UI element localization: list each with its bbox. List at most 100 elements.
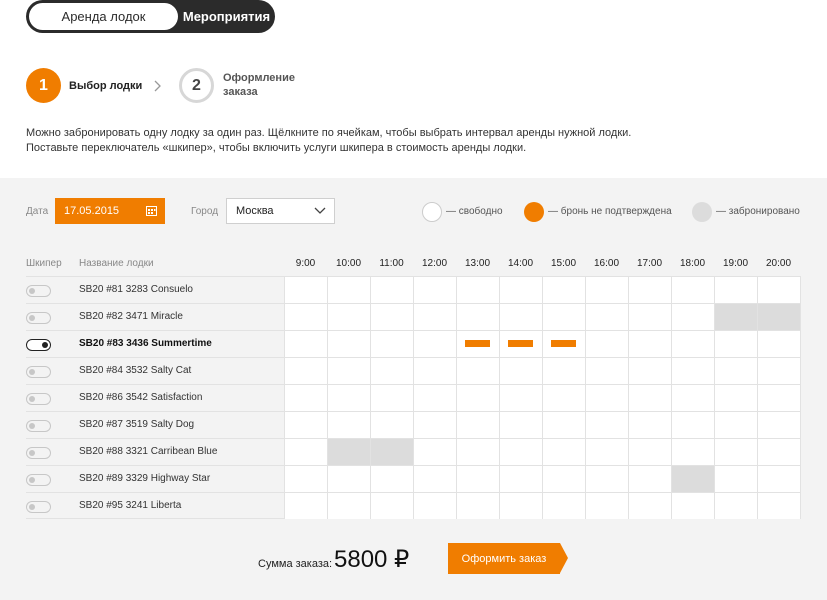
time-slot-pending[interactable] — [542, 331, 585, 357]
time-slot-free[interactable] — [413, 412, 456, 438]
time-slot-free[interactable] — [499, 358, 542, 384]
time-slot-free[interactable] — [585, 277, 628, 303]
time-slot-free[interactable] — [585, 493, 628, 519]
time-slot-free[interactable] — [327, 277, 370, 303]
time-slot-free[interactable] — [714, 358, 757, 384]
time-slot-free[interactable] — [327, 385, 370, 411]
time-slot-free[interactable] — [757, 358, 801, 384]
time-slot-free[interactable] — [628, 439, 671, 465]
time-slot-free[interactable] — [370, 277, 413, 303]
time-slot-free[interactable] — [499, 385, 542, 411]
time-slot-free[interactable] — [499, 412, 542, 438]
time-slot-free[interactable] — [413, 439, 456, 465]
time-slot-free[interactable] — [671, 277, 714, 303]
time-slot-free[interactable] — [456, 493, 499, 519]
time-slot-free[interactable] — [499, 304, 542, 330]
time-slot-free[interactable] — [757, 277, 801, 303]
time-slot-free[interactable] — [327, 304, 370, 330]
time-slot-free[interactable] — [542, 466, 585, 492]
time-slot-free[interactable] — [714, 385, 757, 411]
time-slot-free[interactable] — [671, 385, 714, 411]
time-slot-free[interactable] — [585, 466, 628, 492]
skipper-toggle[interactable] — [26, 474, 51, 486]
time-slot-free[interactable] — [542, 358, 585, 384]
time-slot-free[interactable] — [370, 331, 413, 357]
time-slot-free[interactable] — [542, 439, 585, 465]
skipper-toggle[interactable] — [26, 393, 51, 405]
time-slot-free[interactable] — [714, 277, 757, 303]
tab-boat-rental[interactable]: Аренда лодок — [29, 3, 178, 30]
time-slot-free[interactable] — [456, 466, 499, 492]
time-slot-free[interactable] — [628, 385, 671, 411]
time-slot-free[interactable] — [284, 412, 327, 438]
skipper-toggle[interactable] — [26, 312, 51, 324]
time-slot-booked[interactable] — [327, 439, 370, 465]
time-slot-free[interactable] — [714, 439, 757, 465]
time-slot-free[interactable] — [413, 304, 456, 330]
time-slot-free[interactable] — [456, 304, 499, 330]
time-slot-free[interactable] — [671, 331, 714, 357]
time-slot-free[interactable] — [327, 331, 370, 357]
time-slot-booked[interactable] — [757, 304, 801, 330]
time-slot-free[interactable] — [628, 493, 671, 519]
time-slot-free[interactable] — [284, 439, 327, 465]
time-slot-free[interactable] — [456, 358, 499, 384]
time-slot-free[interactable] — [413, 466, 456, 492]
time-slot-free[interactable] — [370, 304, 413, 330]
skipper-toggle[interactable] — [26, 447, 51, 459]
time-slot-free[interactable] — [628, 412, 671, 438]
time-slot-free[interactable] — [714, 493, 757, 519]
time-slot-free[interactable] — [370, 412, 413, 438]
time-slot-free[interactable] — [284, 358, 327, 384]
time-slot-free[interactable] — [370, 493, 413, 519]
time-slot-free[interactable] — [542, 385, 585, 411]
time-slot-free[interactable] — [413, 493, 456, 519]
time-slot-pending[interactable] — [499, 331, 542, 357]
time-slot-free[interactable] — [284, 277, 327, 303]
time-slot-free[interactable] — [628, 466, 671, 492]
time-slot-free[interactable] — [413, 385, 456, 411]
skipper-toggle[interactable] — [26, 285, 51, 297]
time-slot-free[interactable] — [757, 331, 801, 357]
time-slot-free[interactable] — [585, 385, 628, 411]
skipper-toggle[interactable] — [26, 420, 51, 432]
skipper-toggle[interactable] — [26, 366, 51, 378]
time-slot-free[interactable] — [757, 412, 801, 438]
time-slot-free[interactable] — [284, 304, 327, 330]
skipper-toggle[interactable] — [26, 501, 51, 513]
time-slot-free[interactable] — [542, 304, 585, 330]
time-slot-free[interactable] — [542, 493, 585, 519]
time-slot-free[interactable] — [456, 277, 499, 303]
time-slot-free[interactable] — [585, 331, 628, 357]
time-slot-booked[interactable] — [370, 439, 413, 465]
time-slot-free[interactable] — [499, 493, 542, 519]
time-slot-free[interactable] — [413, 358, 456, 384]
skipper-toggle[interactable] — [26, 339, 51, 351]
time-slot-free[interactable] — [757, 385, 801, 411]
time-slot-free[interactable] — [585, 412, 628, 438]
time-slot-free[interactable] — [542, 412, 585, 438]
time-slot-free[interactable] — [327, 412, 370, 438]
time-slot-pending[interactable] — [456, 331, 499, 357]
time-slot-free[interactable] — [757, 439, 801, 465]
time-slot-free[interactable] — [714, 331, 757, 357]
time-slot-free[interactable] — [327, 358, 370, 384]
date-picker[interactable]: 17.05.2015 — [55, 198, 165, 224]
time-slot-free[interactable] — [714, 466, 757, 492]
time-slot-free[interactable] — [370, 358, 413, 384]
time-slot-free[interactable] — [628, 358, 671, 384]
time-slot-free[interactable] — [671, 493, 714, 519]
time-slot-free[interactable] — [499, 277, 542, 303]
time-slot-free[interactable] — [757, 466, 801, 492]
time-slot-free[interactable] — [671, 439, 714, 465]
tab-events[interactable]: Мероприятия — [178, 0, 275, 33]
time-slot-booked[interactable] — [714, 304, 757, 330]
time-slot-free[interactable] — [456, 412, 499, 438]
time-slot-free[interactable] — [714, 412, 757, 438]
time-slot-free[interactable] — [585, 439, 628, 465]
time-slot-free[interactable] — [628, 331, 671, 357]
time-slot-free[interactable] — [284, 466, 327, 492]
time-slot-free[interactable] — [456, 385, 499, 411]
time-slot-free[interactable] — [370, 385, 413, 411]
time-slot-free[interactable] — [413, 331, 456, 357]
